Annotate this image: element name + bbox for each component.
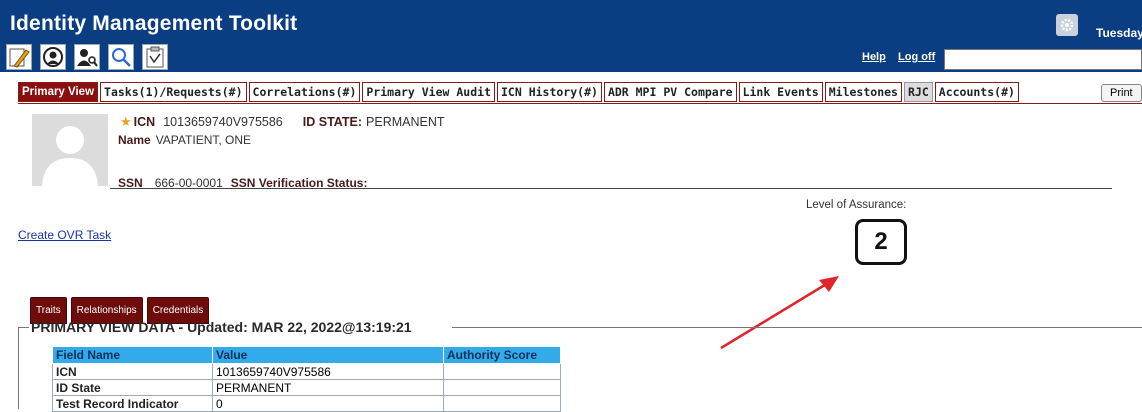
person-search-icon[interactable] <box>40 44 66 70</box>
name-value: VAPATIENT, ONE <box>155 133 252 147</box>
authority-score-cell <box>443 395 561 412</box>
name-row: Name VAPATIENT, ONE <box>118 133 251 147</box>
help-link[interactable]: Help <box>862 51 886 63</box>
tab-accounts[interactable]: Accounts(#) <box>934 82 1019 102</box>
authority-score-cell <box>443 379 561 396</box>
summary-divider <box>110 188 1112 189</box>
tab-link-events[interactable]: Link Events <box>738 82 823 102</box>
star-icon[interactable]: ★ <box>120 114 132 130</box>
tab-correlations[interactable]: Correlations(#) <box>248 82 361 102</box>
primary-view-legend: PRIMARY VIEW DATA - Updated: MAR 22, 202… <box>31 319 412 335</box>
table-row: ID State PERMANENT <box>52 379 561 396</box>
tab-primary-view[interactable]: Primary View <box>18 82 99 102</box>
clipboard-icon[interactable] <box>142 44 168 70</box>
fieldset-border <box>18 327 19 409</box>
value-cell: PERMANENT <box>212 379 444 396</box>
level-of-assurance-label: Level of Assurance: <box>806 199 907 211</box>
table-row: ICN 1013659740V975586 <box>52 363 561 380</box>
table-header-row: Field Name Value Authority Score <box>52 346 561 364</box>
field-name-cell: ID State <box>52 379 213 396</box>
header-search-input[interactable] <box>944 49 1142 70</box>
column-header[interactable]: Field Name <box>52 346 213 364</box>
annotation-arrow <box>720 276 839 350</box>
tab-milestones[interactable]: Milestones <box>824 82 902 102</box>
icn-row: ★ ICN 1013659740V975586 ID STATE: PERMAN… <box>120 114 445 130</box>
avatar <box>32 114 108 186</box>
create-ovr-task-link[interactable]: Create OVR Task <box>18 228 111 242</box>
id-state-value: PERMANENT <box>366 115 445 129</box>
value-cell: 1013659740V975586 <box>212 363 444 380</box>
icn-label: ICN <box>133 115 156 129</box>
tab-adr-mpi-pv-compare[interactable]: ADR MPI PV Compare <box>603 82 737 102</box>
column-header[interactable]: Value <box>212 346 444 364</box>
logoff-link[interactable]: Log off <box>898 51 935 63</box>
date-text: Tuesday <box>1096 26 1142 40</box>
gear-icon[interactable] <box>1056 14 1078 36</box>
column-header[interactable]: Authority Score <box>443 346 561 364</box>
app-title: Identity Management Toolkit <box>10 12 298 35</box>
tab-primary-view-audit[interactable]: Primary View Audit <box>362 82 495 102</box>
name-label: Name <box>118 133 151 147</box>
magnifier-icon[interactable] <box>108 44 134 70</box>
value-cell: 0 <box>212 395 444 412</box>
toolbar-icons <box>6 44 168 72</box>
tab-tasks-requests[interactable]: Tasks(1)/Requests(#) <box>100 82 247 102</box>
fieldset-border <box>452 327 1142 328</box>
main-tabs: Primary View Tasks(1)/Requests(#) Correl… <box>18 82 1019 102</box>
icn-value: 1013659740V975586 <box>163 115 283 129</box>
field-name-cell: ICN <box>52 363 213 380</box>
field-name-cell: Test Record Indicator <box>52 395 213 412</box>
primary-view-table: Field Name Value Authority Score ICN 101… <box>52 346 561 412</box>
authority-score-cell <box>443 363 561 380</box>
id-state-label: ID STATE: <box>302 115 363 129</box>
table-row: Test Record Indicator 0 <box>52 395 561 412</box>
tab-underline <box>18 103 1142 104</box>
print-button[interactable]: Print <box>1101 84 1142 102</box>
person-lookup-icon[interactable] <box>74 44 100 70</box>
tab-icn-history[interactable]: ICN History(#) <box>497 82 602 102</box>
level-of-assurance-value: 2 <box>855 219 907 265</box>
fieldset-border <box>18 327 29 328</box>
edit-icon[interactable] <box>6 44 32 70</box>
tab-rjc[interactable]: RJC <box>903 82 933 102</box>
